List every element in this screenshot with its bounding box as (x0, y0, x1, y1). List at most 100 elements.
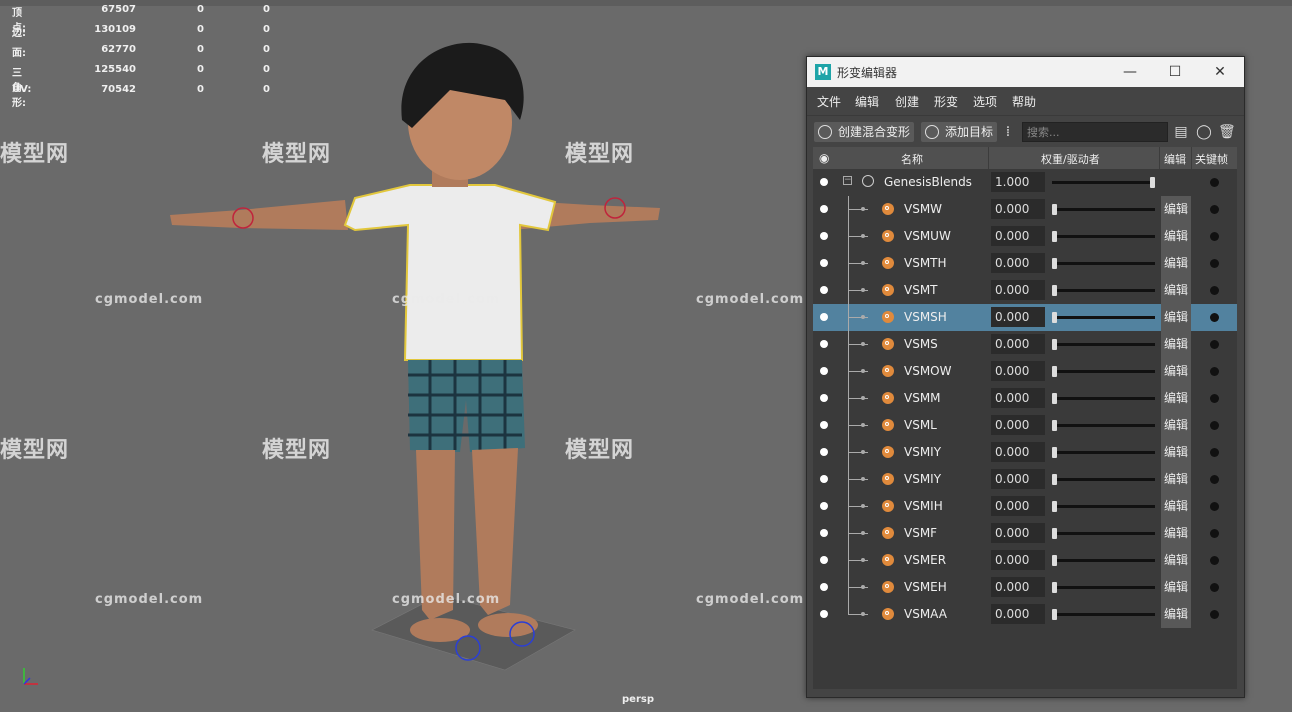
slider-thumb[interactable] (1150, 177, 1155, 188)
keyframe-button[interactable] (1210, 232, 1219, 241)
visibility-toggle[interactable] (820, 610, 828, 618)
slider-thumb[interactable] (1052, 204, 1057, 215)
target-name[interactable]: VSMSH (904, 310, 947, 324)
slider-thumb[interactable] (1052, 609, 1057, 620)
weight-field[interactable]: 1.000 (991, 172, 1045, 192)
weight-slider[interactable] (1052, 177, 1155, 188)
visibility-toggle[interactable] (820, 232, 828, 240)
weight-slider[interactable] (1052, 447, 1155, 458)
keyframe-button[interactable] (1210, 313, 1219, 322)
weight-slider[interactable] (1052, 393, 1155, 404)
edit-button[interactable]: 编辑 (1161, 439, 1191, 466)
weight-slider[interactable] (1052, 231, 1155, 242)
weight-slider[interactable] (1052, 339, 1155, 350)
slider-thumb[interactable] (1052, 582, 1057, 593)
keyframe-button[interactable] (1210, 556, 1219, 565)
column-header-name[interactable]: 名称 (901, 151, 923, 167)
shape-editor-window[interactable]: M 形变编辑器 — ☐ ✕ 文件 编辑 创建 形变 选项 帮助 创建混合变形 添加目标 ⁞… (806, 56, 1245, 698)
weight-field[interactable]: 0.000 (991, 550, 1045, 570)
visibility-toggle[interactable] (820, 286, 828, 294)
target-name[interactable]: VSMER (904, 553, 946, 567)
edit-button[interactable]: 编辑 (1161, 601, 1191, 628)
weight-slider[interactable] (1052, 366, 1155, 377)
target-row[interactable]: VSMT 0.000 编辑 (813, 277, 1237, 304)
keyframe-button[interactable] (1210, 610, 1219, 619)
edit-button[interactable]: 编辑 (1161, 250, 1191, 277)
target-name[interactable]: VSMT (904, 283, 938, 297)
slider-thumb[interactable] (1052, 258, 1057, 269)
menu-item[interactable]: 选项 (973, 93, 997, 110)
visibility-toggle[interactable] (820, 475, 828, 483)
keyframe-button[interactable] (1210, 421, 1219, 430)
weight-slider[interactable] (1052, 582, 1155, 593)
split-icon[interactable]: ⁞ (1000, 123, 1016, 141)
weight-slider[interactable] (1052, 555, 1155, 566)
maximize-button[interactable]: ☐ (1160, 61, 1190, 83)
slider-thumb[interactable] (1052, 447, 1057, 458)
weight-field[interactable]: 0.000 (991, 523, 1045, 543)
keyframe-button[interactable] (1210, 367, 1219, 376)
keyframe-button[interactable] (1210, 502, 1219, 511)
target-name[interactable]: VSMUW (904, 229, 951, 243)
weight-field[interactable]: 0.000 (991, 496, 1045, 516)
weight-slider[interactable] (1052, 609, 1155, 620)
edit-button[interactable]: 编辑 (1161, 277, 1191, 304)
weight-field[interactable]: 0.000 (991, 469, 1045, 489)
target-name[interactable]: VSMIY (904, 472, 941, 486)
keyframe-button[interactable] (1210, 394, 1219, 403)
edit-button[interactable]: 编辑 (1161, 574, 1191, 601)
keyframe-button[interactable] (1210, 205, 1219, 214)
edit-button[interactable]: 编辑 (1161, 223, 1191, 250)
target-row[interactable]: VSMTH 0.000 编辑 (813, 250, 1237, 277)
target-name[interactable]: GenesisBlends (884, 175, 972, 189)
new-folder-icon[interactable]: ▤ (1173, 123, 1189, 141)
collapse-icon[interactable]: − (843, 176, 852, 185)
target-name[interactable]: VSMW (904, 202, 942, 216)
visibility-toggle[interactable] (820, 556, 828, 564)
target-row[interactable]: VSML 0.000 编辑 (813, 412, 1237, 439)
edit-button[interactable]: 编辑 (1161, 385, 1191, 412)
visibility-toggle[interactable] (820, 394, 828, 402)
target-name[interactable]: VSML (904, 418, 937, 432)
weight-field[interactable]: 0.000 (991, 361, 1045, 381)
slider-thumb[interactable] (1052, 393, 1057, 404)
keyframe-button[interactable] (1210, 259, 1219, 268)
target-name[interactable]: VSMOW (904, 364, 952, 378)
column-header-key[interactable]: 关键帧 (1195, 151, 1228, 167)
weight-field[interactable]: 0.000 (991, 577, 1045, 597)
visibility-toggle[interactable] (820, 421, 828, 429)
slider-thumb[interactable] (1052, 420, 1057, 431)
edit-button[interactable]: 编辑 (1161, 331, 1191, 358)
edit-button[interactable]: 编辑 (1161, 547, 1191, 574)
menu-item[interactable]: 创建 (895, 93, 919, 110)
slider-thumb[interactable] (1052, 528, 1057, 539)
visibility-toggle[interactable] (820, 259, 828, 267)
add-target-button[interactable]: 添加目标 (921, 122, 998, 142)
edit-button[interactable]: 编辑 (1161, 520, 1191, 547)
window-titlebar[interactable]: M 形变编辑器 — ☐ ✕ (807, 57, 1244, 87)
refresh-icon[interactable]: ◯ (1196, 123, 1212, 141)
slider-thumb[interactable] (1052, 555, 1057, 566)
weight-field[interactable]: 0.000 (991, 307, 1045, 327)
slider-thumb[interactable] (1052, 501, 1057, 512)
visibility-toggle[interactable] (820, 367, 828, 375)
weight-slider[interactable] (1052, 312, 1155, 323)
edit-button[interactable]: 编辑 (1161, 466, 1191, 493)
character-model[interactable] (150, 30, 670, 690)
weight-slider[interactable] (1052, 501, 1155, 512)
target-row[interactable]: VSMW 0.000 编辑 (813, 196, 1237, 223)
target-name[interactable]: VSMEH (904, 580, 947, 594)
weight-field[interactable]: 0.000 (991, 604, 1045, 624)
edit-button[interactable]: 编辑 (1161, 304, 1191, 331)
keyframe-button[interactable] (1210, 448, 1219, 457)
target-name[interactable]: VSMS (904, 337, 938, 351)
target-row[interactable]: VSMSH 0.000 编辑 (813, 304, 1237, 331)
visibility-toggle[interactable] (820, 448, 828, 456)
weight-field[interactable]: 0.000 (991, 253, 1045, 273)
column-header-edit[interactable]: 编辑 (1164, 151, 1186, 167)
keyframe-button[interactable] (1210, 583, 1219, 592)
target-name[interactable]: VSMAA (904, 607, 947, 621)
weight-slider[interactable] (1052, 204, 1155, 215)
delete-icon[interactable]: 🗑 (1218, 123, 1236, 141)
weight-slider[interactable] (1052, 420, 1155, 431)
